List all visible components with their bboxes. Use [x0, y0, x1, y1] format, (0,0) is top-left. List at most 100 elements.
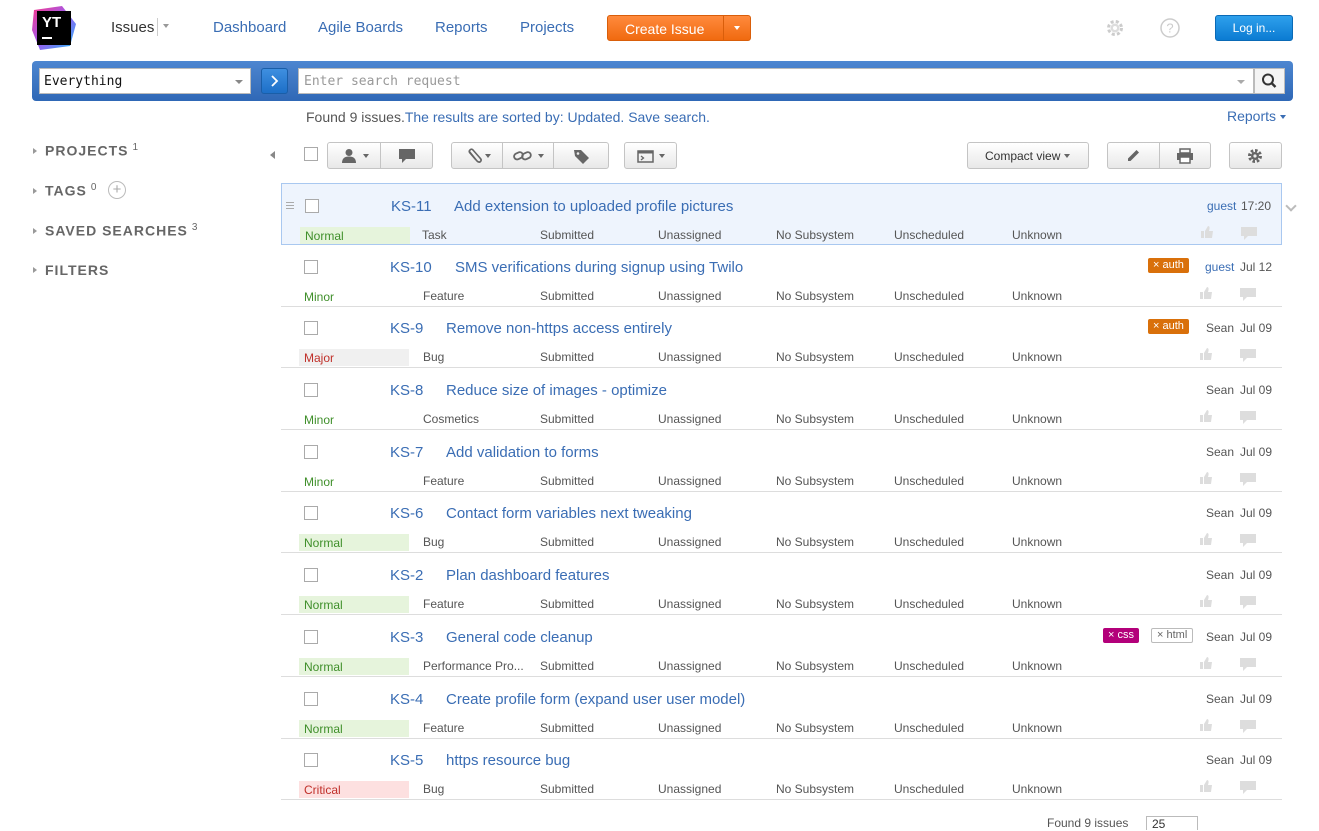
fix-version-field[interactable]: Unscheduled [894, 535, 964, 549]
fixed-in-field[interactable]: Unknown [1012, 597, 1062, 611]
type-field[interactable]: Bug [423, 535, 444, 549]
select-all-checkbox[interactable] [304, 147, 318, 161]
thumbs-up-icon[interactable] [1199, 718, 1213, 732]
issue-id-link[interactable]: KS-8 [390, 382, 423, 399]
comment-icon[interactable] [1239, 780, 1257, 794]
fix-version-field[interactable]: Unscheduled [894, 659, 964, 673]
state-field[interactable]: Submitted [540, 597, 594, 611]
issue-id-link[interactable]: KS-6 [390, 505, 423, 522]
comment-icon[interactable] [1240, 226, 1258, 240]
thumbs-up-icon[interactable] [1199, 471, 1213, 485]
view-mode-dropdown[interactable]: Compact view [967, 142, 1089, 169]
comment-icon[interactable] [1239, 348, 1257, 362]
fix-version-field[interactable]: Unscheduled [894, 228, 964, 242]
priority-field[interactable]: Major [299, 349, 409, 366]
comment-button[interactable] [381, 143, 432, 168]
table-row[interactable]: KS-7 Add validation to forms Sean Jul 09… [281, 430, 1282, 492]
type-field[interactable]: Performance Pro... [423, 659, 524, 673]
reporter-link[interactable]: guest [1205, 260, 1234, 274]
issues-dropdown-icon[interactable] [163, 24, 169, 28]
fix-version-field[interactable]: Unscheduled [894, 412, 964, 426]
command-button[interactable] [625, 143, 676, 168]
comment-icon[interactable] [1239, 287, 1257, 301]
fixed-in-field[interactable]: Unknown [1012, 412, 1062, 426]
reporter-link[interactable]: Sean [1206, 321, 1234, 335]
reporter-link[interactable]: Sean [1206, 692, 1234, 706]
row-checkbox[interactable] [304, 630, 318, 644]
type-field[interactable]: Feature [423, 474, 464, 488]
sidebar-item-tags[interactable]: TAGS 0 [33, 182, 96, 199]
fix-version-field[interactable]: Unscheduled [894, 597, 964, 611]
assignee-field[interactable]: Unassigned [658, 721, 721, 735]
priority-field[interactable]: Normal [299, 596, 409, 613]
subsystem-field[interactable]: No Subsystem [776, 782, 854, 796]
state-field[interactable]: Submitted [540, 412, 594, 426]
create-issue-dropdown-icon[interactable] [734, 26, 740, 30]
state-field[interactable]: Submitted [540, 474, 594, 488]
nav-dashboard[interactable]: Dashboard [213, 19, 286, 36]
assignee-field[interactable]: Unassigned [658, 289, 721, 303]
assignee-field[interactable]: Unassigned [658, 350, 721, 364]
state-field[interactable]: Submitted [540, 350, 594, 364]
fix-version-field[interactable]: Unscheduled [894, 782, 964, 796]
priority-field[interactable]: Minor [299, 411, 409, 428]
issue-id-link[interactable]: KS-5 [390, 752, 423, 769]
subsystem-field[interactable]: No Subsystem [776, 412, 854, 426]
table-row[interactable]: KS-4 Create profile form (expand user us… [281, 677, 1282, 739]
search-context-select[interactable]: Everything [39, 68, 251, 94]
assignee-button[interactable] [328, 143, 381, 168]
search-button[interactable] [1254, 68, 1285, 94]
assignee-field[interactable]: Unassigned [658, 597, 721, 611]
comment-icon[interactable] [1239, 657, 1257, 671]
drag-handle-icon[interactable] [286, 202, 294, 209]
comment-icon[interactable] [1239, 719, 1257, 733]
tag-badge[interactable]: × css [1103, 628, 1139, 643]
type-field[interactable]: Cosmetics [423, 412, 479, 426]
tag-badge[interactable]: × html [1151, 628, 1194, 643]
save-search-link[interactable]: Save search. [628, 109, 710, 125]
issue-id-link[interactable]: KS-7 [390, 444, 423, 461]
row-checkbox[interactable] [304, 506, 318, 520]
row-checkbox[interactable] [304, 260, 318, 274]
reporter-link[interactable]: Sean [1206, 630, 1234, 644]
subsystem-field[interactable]: No Subsystem [776, 350, 854, 364]
issue-summary-link[interactable]: Reduce size of images - optimize [446, 382, 667, 399]
type-field[interactable]: Feature [423, 289, 464, 303]
fixed-in-field[interactable]: Unknown [1012, 782, 1062, 796]
create-issue-button[interactable]: Create Issue [607, 15, 751, 41]
issue-id-link[interactable]: KS-11 [391, 198, 432, 215]
issue-summary-link[interactable]: Add validation to forms [446, 444, 599, 461]
subsystem-field[interactable]: No Subsystem [776, 289, 854, 303]
nav-projects[interactable]: Projects [520, 19, 574, 36]
row-checkbox[interactable] [305, 199, 319, 213]
table-row[interactable]: KS-11 Add extension to uploaded profile … [281, 183, 1282, 245]
state-field[interactable]: Submitted [540, 289, 594, 303]
state-field[interactable]: Submitted [540, 782, 594, 796]
type-field[interactable]: Feature [423, 721, 464, 735]
add-tag-icon[interactable]: + [108, 181, 126, 199]
help-icon[interactable]: ? [1160, 18, 1180, 38]
issue-summary-link[interactable]: General code cleanup [446, 629, 593, 646]
fixed-in-field[interactable]: Unknown [1012, 721, 1062, 735]
assignee-field[interactable]: Unassigned [658, 782, 721, 796]
thumbs-up-icon[interactable] [1199, 656, 1213, 670]
fixed-in-field[interactable]: Unknown [1012, 289, 1062, 303]
issue-id-link[interactable]: KS-3 [390, 629, 423, 646]
issue-summary-link[interactable]: Remove non-https access entirely [446, 320, 672, 337]
assignee-field[interactable]: Unassigned [658, 535, 721, 549]
assignee-field[interactable]: Unassigned [658, 412, 721, 426]
row-checkbox[interactable] [304, 753, 318, 767]
priority-field[interactable]: Minor [299, 473, 409, 490]
reporter-link[interactable]: Sean [1206, 568, 1234, 582]
reporter-link[interactable]: Sean [1206, 506, 1234, 520]
table-row[interactable]: KS-9 Remove non-https access entirely × … [281, 306, 1282, 368]
priority-field[interactable]: Minor [299, 288, 409, 305]
type-field[interactable]: Task [422, 228, 447, 242]
row-checkbox[interactable] [304, 321, 318, 335]
issue-id-link[interactable]: KS-9 [390, 320, 423, 337]
priority-field[interactable]: Normal [299, 720, 409, 737]
thumbs-up-icon[interactable] [1199, 532, 1213, 546]
thumbs-up-icon[interactable] [1199, 409, 1213, 423]
issue-summary-link[interactable]: SMS verifications during signup using Tw… [455, 259, 743, 276]
thumbs-up-icon[interactable] [1199, 779, 1213, 793]
